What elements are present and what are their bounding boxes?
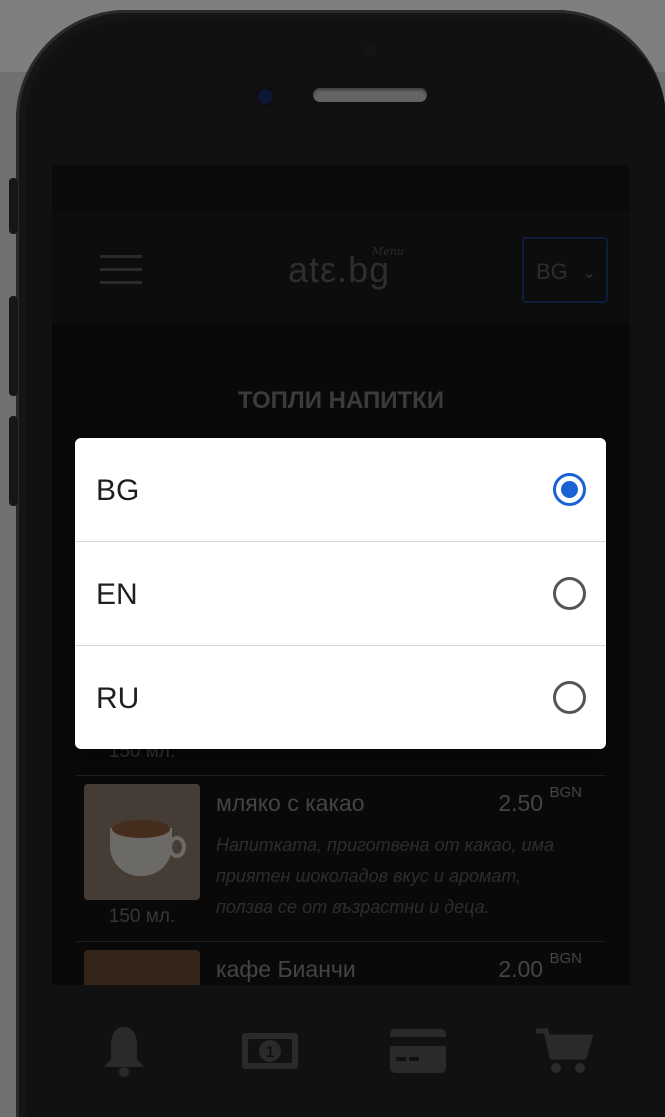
language-option-bg[interactable]: BG xyxy=(75,438,606,542)
language-dialog: BG EN RU xyxy=(75,438,606,749)
radio-button-checked[interactable] xyxy=(553,473,586,506)
radio-button[interactable] xyxy=(553,681,586,714)
language-option-en[interactable]: EN xyxy=(75,542,606,646)
language-option-ru[interactable]: RU xyxy=(75,646,606,749)
radio-button[interactable] xyxy=(553,577,586,610)
language-option-label: EN xyxy=(96,578,138,611)
language-option-label: RU xyxy=(96,682,140,715)
language-option-label: BG xyxy=(96,474,140,507)
